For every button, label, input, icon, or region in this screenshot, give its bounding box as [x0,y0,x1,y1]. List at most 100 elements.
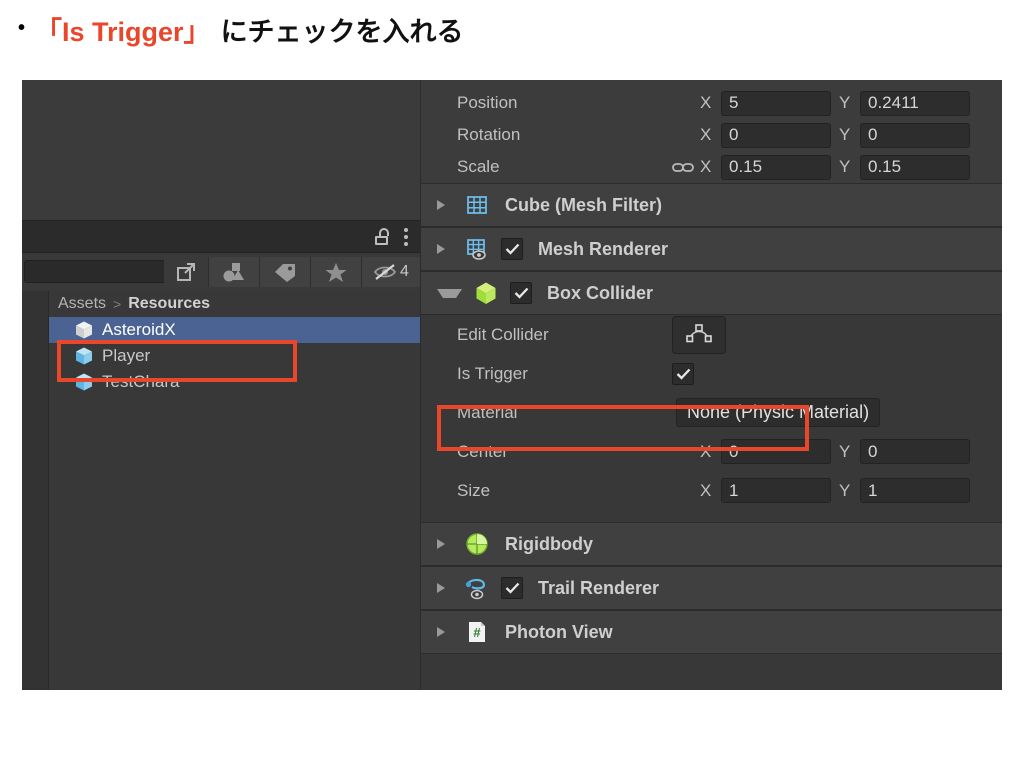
prefab-cube-icon [74,372,94,392]
chevron-right-icon[interactable] [437,539,453,549]
axis-x-label: X [700,480,712,500]
component-title: Photon View [505,621,613,642]
center-x-field[interactable]: 0 [721,439,831,464]
component-header-mesh-renderer[interactable]: Mesh Renderer [421,227,1002,271]
svg-text:#: # [473,625,481,640]
material-object-field[interactable]: None (Physic Material) [676,398,881,427]
size-x-field[interactable]: 1 [721,478,831,503]
breadcrumb-current[interactable]: Resources [128,295,210,313]
project-toolbar: 4 [22,254,420,290]
scale-label: Scale [457,157,500,176]
breadcrumb-separator-icon: > [113,296,122,312]
axis-x-label: X [700,125,712,144]
list-item-player[interactable]: Player [49,343,420,369]
title-rest-text: にチェックを入れる [220,17,464,47]
search-input[interactable] [24,260,172,283]
inspector-panel: Position X 5 Y 0.2411 Rotation X 0 Y 0 S… [420,80,1002,690]
axis-x-label: X [700,93,712,112]
prefab-cube-icon [74,320,94,340]
tag-filter-icon[interactable] [259,257,310,287]
hidden-count-label: 4 [400,263,409,280]
position-x-field[interactable]: 5 [721,90,831,116]
material-label: Material [457,402,518,422]
bullet-icon: • [18,16,26,39]
component-header-trail-renderer[interactable]: Trail Renderer [421,566,1002,610]
rotation-label: Rotation [457,125,521,144]
component-header-rigidbody[interactable]: Rigidbody [421,522,1002,566]
rigidbody-icon [464,531,490,557]
list-item-asteroidx[interactable]: AsteroidX [49,317,420,343]
list-item-label: Player [102,346,151,365]
transform-component: Position X 5 Y 0.2411 Rotation X 0 Y 0 S… [421,80,1002,183]
is-trigger-row: Is Trigger [421,354,1002,393]
scale-x-field[interactable]: 0.15 [721,154,831,180]
transform-rotation-row: Rotation X 0 Y 0 [421,119,1002,151]
open-in-new-icon[interactable] [164,257,208,287]
project-browser: Assets > Resources AsteroidX Player Test… [22,291,420,690]
component-title: Rigidbody [505,533,593,554]
edit-collider-button[interactable] [672,315,726,354]
size-row: Size X 1 Y 1 [421,471,1002,510]
kebab-menu-icon[interactable] [400,227,412,246]
project-panel: 4 Assets > Resources AsteroidX Player Te… [22,80,420,690]
component-enabled-checkbox[interactable] [510,282,532,304]
list-item-testchara[interactable]: TestChara [49,369,420,395]
component-title: Trail Renderer [538,577,660,598]
scale-y-field[interactable]: 0.15 [860,154,970,180]
shapes-filter-icon[interactable] [208,257,259,287]
component-header-mesh-filter[interactable]: Cube (Mesh Filter) [421,183,1002,227]
folder-tree-column[interactable] [22,291,49,690]
scene-view-area [22,80,420,220]
unity-editor-window: 4 Assets > Resources AsteroidX Player Te… [22,80,1002,690]
asset-list-column: Assets > Resources AsteroidX Player Test… [49,291,420,690]
chevron-right-icon[interactable] [437,244,453,254]
mesh-renderer-icon [464,236,490,262]
favorites-star-icon[interactable] [310,257,361,287]
axis-y-label: Y [839,93,851,112]
trail-renderer-icon [464,575,490,601]
list-item-label: TestChara [102,372,180,391]
project-panel-header [22,220,420,253]
position-label: Position [457,93,518,112]
breadcrumb-root[interactable]: Assets [58,295,106,313]
axis-y-label: Y [839,441,851,461]
axis-x-label: X [700,157,712,176]
constrain-proportions-link-icon[interactable] [672,160,694,174]
transform-scale-row: Scale X 0.15 Y 0.15 [421,151,1002,183]
chevron-right-icon[interactable] [437,583,453,593]
component-enabled-checkbox[interactable] [501,238,523,260]
hidden-eye-icon[interactable]: 4 [361,257,420,287]
unlock-icon[interactable] [374,228,390,245]
center-y-field[interactable]: 0 [860,439,970,464]
section-gap [421,510,1002,522]
size-y-field[interactable]: 1 [860,478,970,503]
axis-x-label: X [700,441,712,461]
prefab-cube-icon [74,346,94,366]
box-collider-icon [473,280,499,306]
component-header-box-collider[interactable]: Box Collider [421,271,1002,315]
edit-collider-row: Edit Collider [421,315,1002,354]
chevron-right-icon[interactable] [437,627,453,637]
chevron-down-icon[interactable] [437,288,462,298]
component-title: Mesh Renderer [538,238,669,259]
slide-bottom-margin [0,690,1024,768]
rotation-y-field[interactable]: 0 [860,122,970,148]
mesh-filter-icon [464,192,490,218]
script-hash-icon: # [464,619,490,645]
is-trigger-label: Is Trigger [457,363,528,383]
slide-page: • 「Is Trigger」 にチェックを入れる 4 Assets > Reso… [0,0,1024,768]
slide-right-margin [1002,80,1024,690]
size-label: Size [457,480,491,500]
component-header-photon-view[interactable]: # Photon View [421,610,1002,654]
rotation-x-field[interactable]: 0 [721,122,831,148]
page-title: • 「Is Trigger」 にチェックを入れる [18,10,998,49]
is-trigger-checkbox[interactable] [672,362,694,385]
transform-position-row: Position X 5 Y 0.2411 [421,87,1002,119]
component-enabled-checkbox[interactable] [501,577,523,599]
project-filter-buttons: 4 [164,257,420,287]
position-y-field[interactable]: 0.2411 [860,90,970,116]
center-row: Center X 0 Y 0 [421,432,1002,471]
component-title: Cube (Mesh Filter) [505,194,663,215]
axis-y-label: Y [839,125,851,144]
chevron-right-icon[interactable] [437,200,453,210]
